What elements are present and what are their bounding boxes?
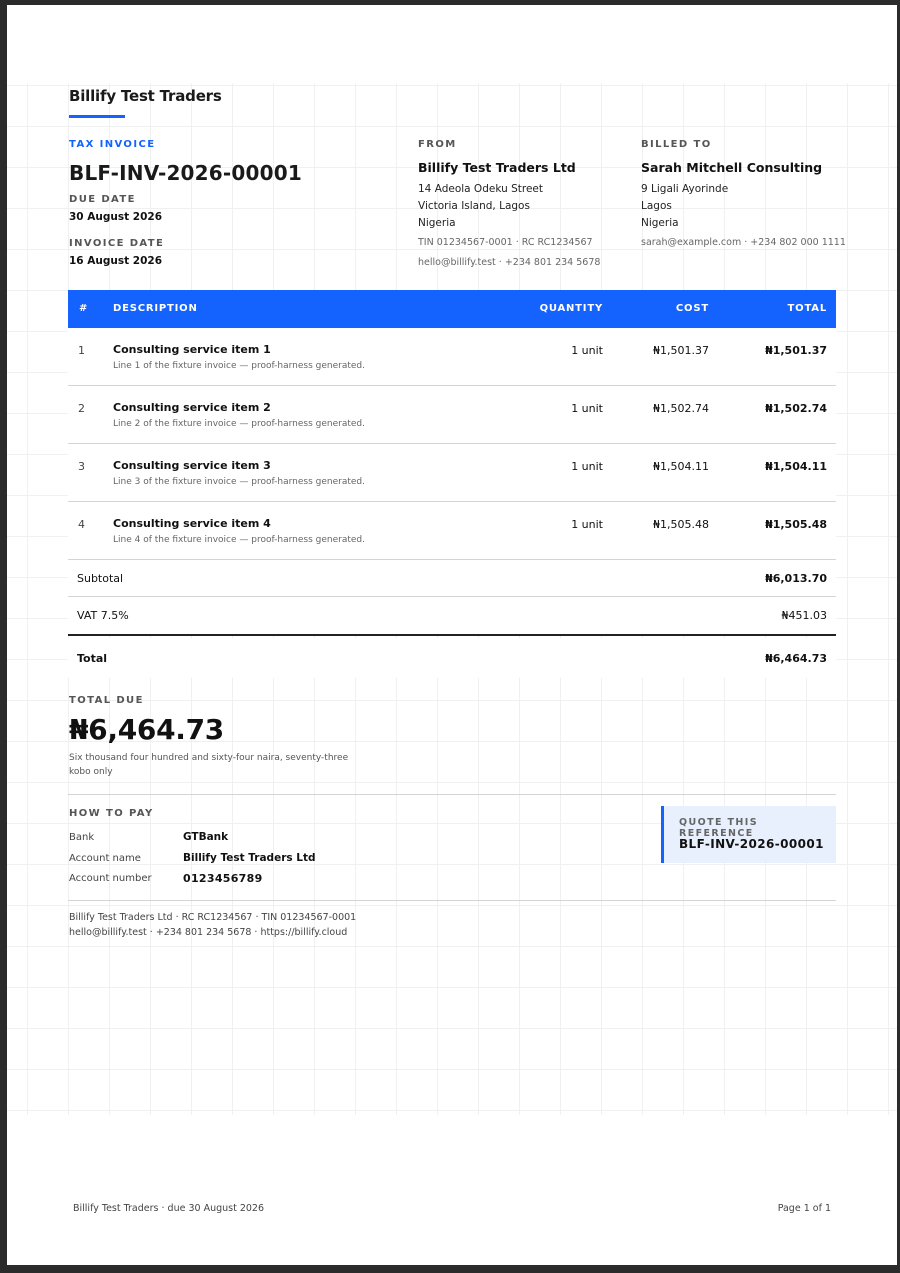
row-title: Consulting service item 1: [113, 343, 271, 356]
invoice-type-label: TAX INVOICE: [69, 139, 156, 150]
due-date-label: DUE DATE: [69, 194, 136, 205]
total-due-label: TOTAL DUE: [69, 695, 144, 706]
row-num: 4: [78, 518, 85, 531]
row-num: 2: [78, 402, 85, 415]
table-row: 4 Consulting service item 4 Line 4 of th…: [68, 502, 836, 560]
header-cost: COST: [675, 303, 709, 314]
row-total: ₦1,504.11: [765, 460, 827, 473]
how-to-pay-label: HOW TO PAY: [69, 808, 154, 819]
vat-amount: ₦451.03: [781, 609, 828, 622]
row-quantity: 1 unit: [571, 518, 603, 531]
row-cost: ₦1,502.74: [653, 402, 709, 415]
row-quantity: 1 unit: [571, 460, 603, 473]
vat-row: VAT 7.5% ₦451.03: [68, 597, 836, 634]
table-row: 2 Consulting service item 2 Line 2 of th…: [68, 386, 836, 444]
from-address-2: Victoria Island, Lagos: [418, 200, 530, 212]
row-total: ₦1,501.37: [765, 344, 827, 357]
footer-company-info: Billify Test Traders Ltd · RC RC1234567 …: [69, 912, 357, 923]
page-footer-left: Billify Test Traders · due 30 August 202…: [73, 1203, 265, 1214]
row-quantity: 1 unit: [571, 344, 603, 357]
header-description: DESCRIPTION: [113, 303, 198, 314]
billed-to-address-1: 9 Ligali Ayorinde: [641, 183, 729, 195]
account-name-key: Account name: [69, 853, 141, 864]
brand-name: Billify Test Traders: [69, 87, 222, 105]
billed-to-contact[interactable]: sarah@example.com · +234 802 000 1111: [641, 237, 846, 248]
header-quantity: QUANTITY: [539, 303, 603, 314]
invoice-date: 16 August 2026: [69, 255, 163, 267]
from-country: Nigeria: [418, 217, 456, 229]
page-number: Page 1 of 1: [777, 1203, 831, 1214]
subtotal-amount: ₦6,013.70: [765, 572, 827, 585]
subtotal-label: Subtotal: [77, 572, 124, 585]
header-total: TOTAL: [787, 303, 827, 314]
reference-label: QUOTE THIS REFERENCE: [679, 817, 758, 839]
invoice-page: Billify Test Traders TAX INVOICE BLF-INV…: [7, 5, 897, 1265]
from-tax-ids: TIN 01234567-0001 · RC RC1234567: [418, 237, 593, 248]
row-description: Line 2 of the fixture invoice — proof-ha…: [113, 419, 365, 429]
footer-contact-info[interactable]: hello@billify.test · +234 801 234 5678 ·…: [69, 927, 347, 938]
from-address-1: 14 Adeola Odeku Street: [418, 183, 543, 195]
row-quantity: 1 unit: [571, 402, 603, 415]
row-title: Consulting service item 3: [113, 459, 271, 472]
row-title: Consulting service item 2: [113, 401, 271, 414]
row-description: Line 1 of the fixture invoice — proof-ha…: [113, 361, 365, 371]
subtotal-row: Subtotal ₦6,013.70: [68, 560, 836, 597]
footer-divider: [68, 900, 836, 901]
table-row: 3 Consulting service item 3 Line 3 of th…: [68, 444, 836, 502]
from-name: Billify Test Traders Ltd: [418, 160, 576, 175]
row-title: Consulting service item 4: [113, 517, 271, 530]
bank-value: GTBank: [183, 831, 229, 843]
header-num: #: [79, 303, 89, 314]
row-cost: ₦1,504.11: [653, 460, 709, 473]
from-contact[interactable]: hello@billify.test · +234 801 234 5678: [418, 257, 600, 268]
brand-underline: [69, 115, 125, 118]
row-cost: ₦1,505.48: [653, 518, 709, 531]
row-description: Line 4 of the fixture invoice — proof-ha…: [113, 535, 365, 545]
line-items-header: # DESCRIPTION QUANTITY COST TOTAL: [68, 290, 836, 328]
billed-to-address-2: Lagos: [641, 200, 672, 212]
row-cost: ₦1,501.37: [653, 344, 709, 357]
total-due-words: Six thousand four hundred and sixty-four…: [69, 753, 349, 777]
payment-divider: [68, 794, 836, 795]
total-label: Total: [77, 652, 108, 665]
billed-to-label: BILLED TO: [641, 139, 712, 150]
invoice-date-label: INVOICE DATE: [69, 238, 165, 249]
row-num: 1: [78, 344, 85, 357]
vat-label: VAT 7.5%: [77, 609, 129, 622]
billed-to-country: Nigeria: [641, 217, 679, 229]
total-due-amount: ₦6,464.73: [69, 713, 224, 746]
row-description: Line 3 of the fixture invoice — proof-ha…: [113, 477, 365, 487]
account-name-value: Billify Test Traders Ltd: [183, 852, 316, 864]
row-num: 3: [78, 460, 85, 473]
account-number-key: Account number: [69, 873, 152, 884]
reference-value[interactable]: BLF-INV-2026-00001: [679, 837, 824, 851]
total-amount: ₦6,464.73: [765, 652, 827, 665]
billed-to-name: Sarah Mitchell Consulting: [641, 160, 823, 175]
total-divider: [68, 634, 836, 636]
row-total: ₦1,505.48: [765, 518, 827, 531]
invoice-number: BLF-INV-2026-00001: [69, 161, 302, 185]
account-number-value[interactable]: 0123456789: [183, 872, 263, 885]
from-label: FROM: [418, 139, 457, 150]
reference-box: QUOTE THIS REFERENCE BLF-INV-2026-00001: [661, 806, 836, 863]
row-total: ₦1,502.74: [765, 402, 827, 415]
bank-key: Bank: [69, 832, 95, 843]
table-row: 1 Consulting service item 1 Line 1 of th…: [68, 328, 836, 386]
due-date: 30 August 2026: [69, 211, 163, 223]
total-row: Total ₦6,464.73: [68, 638, 836, 678]
